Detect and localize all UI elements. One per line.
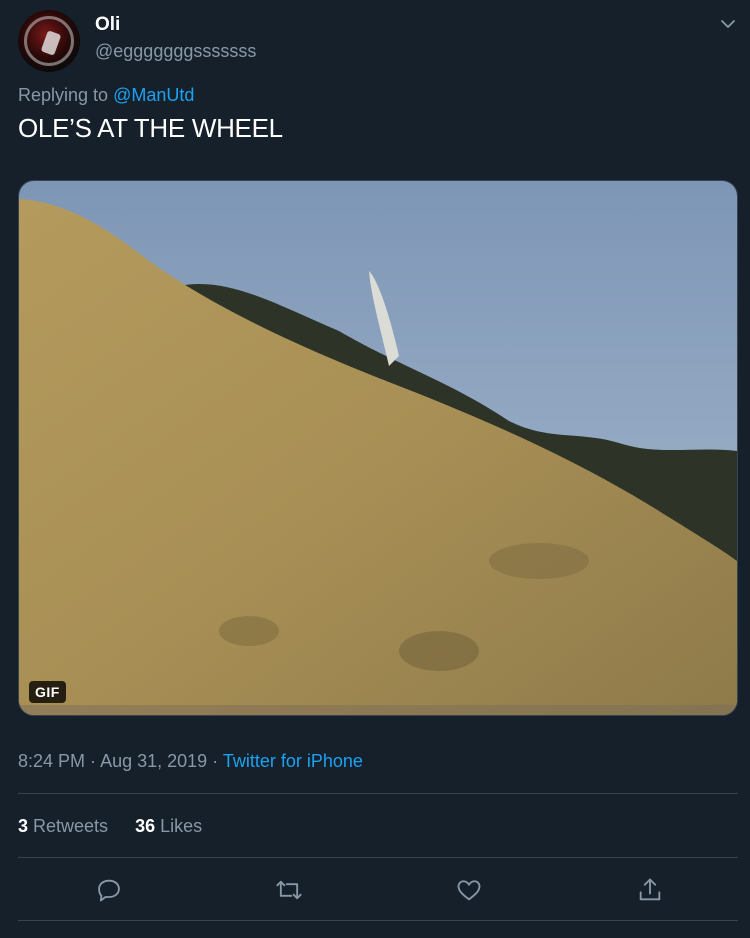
divider <box>18 857 738 858</box>
like-button[interactable] <box>455 876 483 904</box>
user-handle[interactable]: @egggggggsssssss <box>95 41 256 62</box>
likes-count: 36 <box>135 816 156 836</box>
likes-stat[interactable]: 36 Likes <box>135 816 202 837</box>
meta-separator: · <box>85 751 101 771</box>
tweet-text: OLE’S AT THE WHEEL <box>18 113 283 143</box>
display-name[interactable]: Oli <box>95 14 120 36</box>
reply-icon <box>98 879 120 902</box>
share-icon <box>639 878 661 901</box>
tweet-detail: Oli @egggggggsssssss Replying to @ManUtd… <box>0 0 750 938</box>
tweet-stats: 3 Retweets 36 Likes <box>18 816 202 837</box>
reply-mention-link[interactable]: @ManUtd <box>113 85 194 105</box>
meta-separator: · <box>207 751 223 771</box>
replying-to-label: Replying to <box>18 85 114 105</box>
tweet-date[interactable]: Aug 31, 2019 <box>100 751 207 771</box>
retweets-stat[interactable]: 3 Retweets <box>18 816 108 837</box>
avatar[interactable] <box>18 10 80 72</box>
likes-label: Likes <box>155 816 203 836</box>
reply-button[interactable] <box>95 876 123 904</box>
retweets-label: Retweets <box>28 816 109 836</box>
chevron-down-icon[interactable] <box>718 14 738 34</box>
divider <box>18 793 738 794</box>
gif-frame <box>19 181 737 715</box>
gif-badge: GIF <box>29 681 66 703</box>
retweet-button[interactable] <box>275 876 303 904</box>
divider <box>18 920 738 921</box>
gif-media[interactable]: GIF <box>18 180 738 716</box>
retweet-icon <box>276 880 302 900</box>
retweets-count: 3 <box>18 816 29 836</box>
replying-to: Replying to @ManUtd <box>18 85 194 106</box>
tweet-meta: 8:24 PM · Aug 31, 2019 · Twitter for iPh… <box>18 751 363 772</box>
tweet-source-link[interactable]: Twitter for iPhone <box>223 751 363 771</box>
like-icon <box>457 880 481 901</box>
tweet-time[interactable]: 8:24 PM <box>18 751 85 771</box>
share-button[interactable] <box>636 876 664 904</box>
